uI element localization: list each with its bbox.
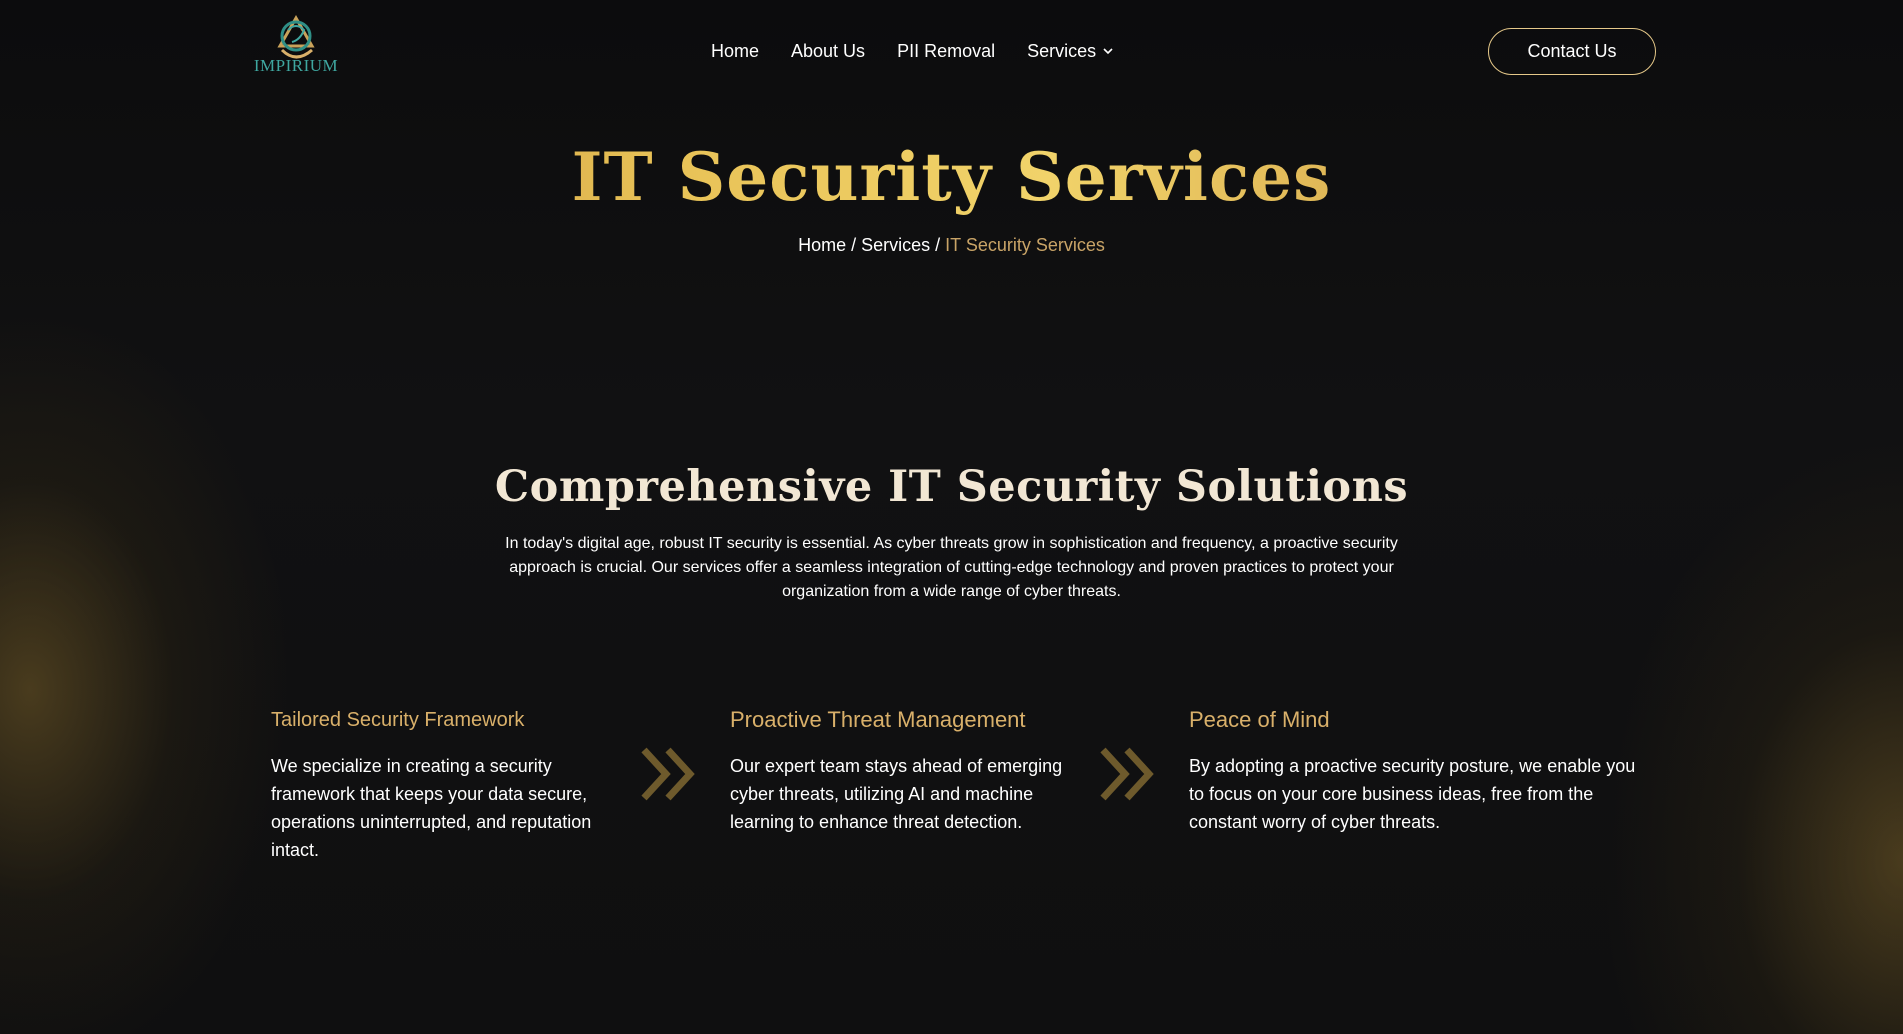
feature-text: We specialize in creating a security fra…	[271, 756, 592, 860]
logo-wordmark: IMPIRIUM	[253, 56, 339, 75]
breadcrumb-current: IT Security Services	[945, 235, 1105, 255]
feature-card-peace-of-mind: Peace of Mind By adopting a proactive se…	[1189, 706, 1639, 836]
feature-card-proactive-threat: Proactive Threat Management Our expert t…	[730, 706, 1082, 836]
feature-title: Tailored Security Framework	[271, 709, 525, 731]
main-nav: Home About Us PII Removal Services	[711, 40, 1114, 62]
nav-item-home[interactable]: Home	[711, 40, 759, 62]
chevron-down-icon	[1103, 48, 1113, 55]
breadcrumb-home[interactable]: Home	[798, 235, 846, 255]
nav-item-about-us[interactable]: About Us	[791, 40, 865, 62]
logo[interactable]: IMPIRIUM	[250, 12, 342, 80]
feature-title: Peace of Mind	[1189, 707, 1330, 732]
breadcrumb-separator: /	[935, 235, 941, 255]
feature-card-tailored-security: Tailored Security Framework We specializ…	[271, 706, 623, 864]
feature-title: Proactive Threat Management	[730, 707, 1026, 732]
nav-item-pii-removal[interactable]: PII Removal	[897, 40, 995, 62]
double-chevron-right-icon	[641, 747, 695, 801]
nav-item-services-label: Services	[1027, 41, 1097, 61]
nav-item-services[interactable]: Services	[1027, 40, 1114, 62]
feature-text: Our expert team stays ahead of emerging …	[730, 756, 1063, 832]
breadcrumb-services[interactable]: Services	[861, 235, 930, 255]
contact-us-button[interactable]: Contact Us	[1488, 28, 1656, 75]
double-chevron-right-icon	[1100, 747, 1154, 801]
site-header: IMPIRIUM Home About Us PII Removal Servi…	[0, 0, 1903, 105]
breadcrumb-separator: /	[851, 235, 857, 255]
page: IMPIRIUM Home About Us PII Removal Servi…	[0, 0, 1903, 1034]
section-title: Comprehensive IT Security Solutions	[494, 462, 1409, 512]
page-title: IT Security Services	[0, 138, 1903, 216]
feature-text: By adopting a proactive security posture…	[1189, 756, 1636, 832]
breadcrumb: Home / Services / IT Security Services	[0, 234, 1903, 256]
section-description: In today's digital age, robust IT securi…	[505, 535, 1398, 600]
